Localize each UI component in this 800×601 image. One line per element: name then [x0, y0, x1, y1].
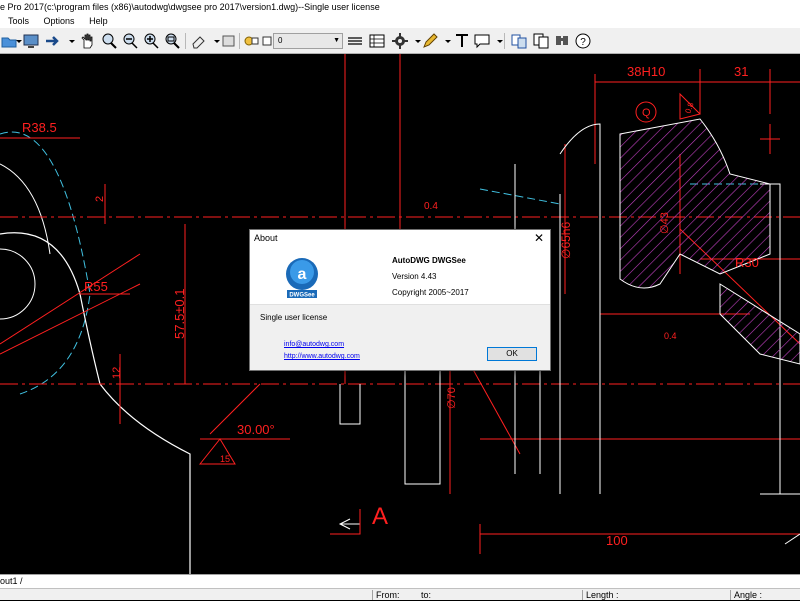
layer-select[interactable]: 0 ▼ [273, 33, 343, 49]
text-icon[interactable] [453, 32, 471, 50]
dropdown-arrow-icon[interactable] [10, 32, 22, 50]
menu-bar: Tools Options Help [0, 14, 800, 28]
app-logo: a DWGSee [283, 254, 321, 300]
dim-04b: 0.4 [664, 331, 677, 341]
close-icon[interactable]: ✕ [534, 231, 544, 245]
layer-select-value: 0 [278, 36, 283, 45]
menu-tools[interactable]: Tools [8, 16, 29, 26]
dim-r385: R38.5 [22, 120, 57, 135]
arrow-icon[interactable] [44, 32, 62, 50]
chevron-down-icon: ▼ [333, 37, 340, 44]
lineweight-icon[interactable] [346, 32, 364, 50]
tab-separator-icon: / [20, 576, 23, 586]
status-to: to: [421, 590, 432, 600]
ok-button[interactable]: OK [487, 347, 537, 361]
status-length: Length : [586, 590, 619, 600]
copy-icon[interactable] [532, 32, 550, 50]
logo-text: DWGSee [289, 293, 315, 299]
dim-43: ∅43 [659, 212, 671, 234]
dim-04: 0.4 [424, 201, 438, 212]
svg-text:?: ? [580, 37, 586, 48]
dim-2: 2 [94, 196, 106, 202]
help-icon[interactable]: ? [574, 32, 592, 50]
email-link[interactable]: info@autodwg.com [284, 341, 344, 348]
toolbar: 0 ▼ ? [0, 28, 800, 54]
dim-31: 31 [734, 64, 748, 79]
block-icon[interactable] [368, 32, 386, 50]
display-icon[interactable] [22, 32, 40, 50]
dim-100: 100 [606, 533, 628, 548]
status-bar: From: to: Length : Angle : [0, 588, 800, 600]
dropdown-arrow-icon[interactable] [63, 32, 75, 50]
about-dialog: About ✕ a DWGSee AutoDWG DWGSee Version … [249, 229, 551, 371]
dim-3000: 30.00° [237, 422, 275, 437]
section-label-a: A [372, 503, 388, 530]
dropdown-arrow-icon[interactable] [208, 32, 220, 50]
zoom-extents-icon[interactable] [163, 32, 181, 50]
window-title: e Pro 2017(c:\program files (x86)\autodw… [0, 0, 800, 14]
dropdown-arrow-icon[interactable] [409, 32, 421, 50]
layer-icon[interactable] [220, 32, 238, 50]
menu-options[interactable]: Options [44, 16, 75, 26]
about-license: Single user license [260, 313, 328, 322]
dim-65h6: ∅65h6 [559, 222, 573, 259]
dim-575: 57.5±0.1 [172, 288, 187, 339]
website-link[interactable]: http://www.autodwg.com [284, 353, 360, 360]
about-info-panel: Single user license info@autodwg.com htt… [250, 304, 550, 370]
status-angle: Angle : [734, 590, 763, 600]
comment-icon[interactable] [473, 32, 491, 50]
dim-12: 12 [111, 367, 123, 379]
menu-help[interactable]: Help [89, 16, 108, 26]
dim-r55: R55 [84, 279, 108, 294]
compare-icon[interactable] [510, 32, 528, 50]
layer-color-swatch[interactable] [258, 32, 272, 50]
pan-hand-icon[interactable] [79, 32, 97, 50]
status-from: From: [376, 590, 400, 600]
eraser-icon[interactable] [190, 32, 208, 50]
zoom-window-icon[interactable] [100, 32, 118, 50]
about-header-panel: a DWGSee AutoDWG DWGSee Version 4.43 Cop… [250, 246, 550, 304]
dim-08: 0.8 [683, 101, 695, 115]
about-version: Version 4.43 [392, 272, 437, 281]
about-dialog-title: About [254, 233, 278, 243]
about-app-name: AutoDWG DWGSee [392, 256, 466, 265]
dropdown-arrow-icon[interactable] [439, 32, 451, 50]
pen-icon[interactable] [421, 32, 439, 50]
zoom-out-icon[interactable] [121, 32, 139, 50]
dim-15: 15 [220, 454, 230, 464]
dim-r30: R30 [735, 255, 759, 270]
zoom-in-icon[interactable] [142, 32, 160, 50]
tab-layout1[interactable]: out1 [0, 575, 18, 588]
settings-icon[interactable] [391, 32, 409, 50]
about-copyright: Copyright 2005~2017 [392, 288, 469, 297]
dim-70: ∅70 [446, 387, 458, 409]
svg-text:a: a [298, 266, 307, 283]
find-icon[interactable] [553, 32, 571, 50]
dim-38h10: 38H10 [627, 64, 665, 79]
dropdown-arrow-icon[interactable] [491, 32, 503, 50]
layout-tab-bar: out1 / [0, 574, 800, 588]
dim-q: Q [642, 107, 651, 119]
